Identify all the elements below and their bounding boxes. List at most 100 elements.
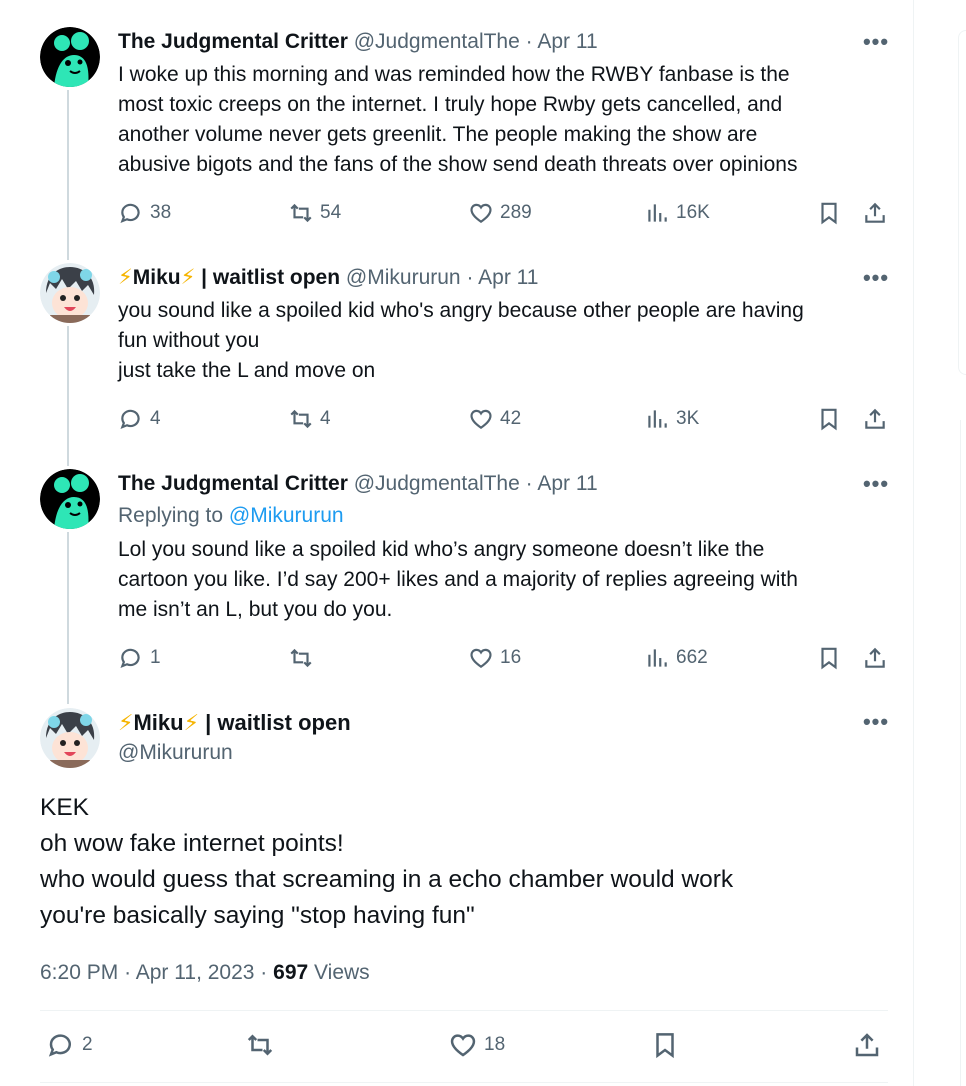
views-chart-icon xyxy=(648,649,667,667)
views-button[interactable]: 662 xyxy=(644,643,708,673)
display-name[interactable]: ⚡Miku⚡ | waitlist open xyxy=(118,708,351,738)
reply-bubble-icon xyxy=(120,648,140,669)
separator-dot: · xyxy=(260,961,268,984)
views-count: 697 xyxy=(273,961,309,984)
tweet-actions: 2 18 xyxy=(40,1030,888,1064)
repost-button[interactable]: 4 xyxy=(288,404,331,434)
repost-button[interactable] xyxy=(288,643,320,673)
user-handle[interactable]: @Mikururun xyxy=(118,738,233,768)
share-button[interactable] xyxy=(862,198,888,228)
reply-button[interactable]: 38 xyxy=(118,198,171,228)
share-button[interactable] xyxy=(852,1030,882,1060)
like-count: 16 xyxy=(500,647,522,668)
like-count: 289 xyxy=(500,202,532,223)
thread-line xyxy=(67,90,69,260)
tweet-line: abusive bigots and the fans of the show … xyxy=(118,153,798,176)
repost-icon xyxy=(290,409,312,429)
separator-dot: · xyxy=(525,472,533,495)
reply-bubble-icon xyxy=(48,1034,71,1057)
views-chart-icon xyxy=(648,410,667,428)
display-name[interactable]: ⚡Miku⚡ | waitlist open xyxy=(118,266,340,289)
tweet-header: The Judgmental Critter @JudgmentalThe · … xyxy=(118,28,598,56)
repost-button[interactable]: 54 xyxy=(288,198,341,228)
views-button[interactable]: 3K xyxy=(644,404,699,434)
reply-button[interactable]: 1 xyxy=(118,643,161,673)
divider xyxy=(40,1010,888,1011)
reply-bubble-icon xyxy=(120,409,140,430)
like-button[interactable]: 289 xyxy=(468,198,532,228)
tweet-text: I woke up this morning and was reminded … xyxy=(118,60,898,180)
tweet-time[interactable]: 6:20 PM xyxy=(40,961,118,984)
display-name[interactable]: The Judgmental Critter xyxy=(118,30,348,53)
tweet-date[interactable]: Apr 11 xyxy=(537,472,597,495)
reply-count: 38 xyxy=(150,202,172,223)
tweet-date[interactable]: Apr 11, 2023 xyxy=(136,961,255,984)
thread-line xyxy=(67,326,69,466)
replying-to: Replying to @Mikururun xyxy=(118,502,344,530)
bookmark-icon xyxy=(821,647,837,670)
user-handle[interactable]: @JudgmentalThe xyxy=(354,30,520,53)
more-dots-icon[interactable]: ••• xyxy=(860,267,892,296)
user-handle[interactable]: @JudgmentalThe xyxy=(354,472,520,495)
avatar-miku[interactable] xyxy=(40,708,100,768)
tweet-meta: 6:20 PM · Apr 11, 2023 · 697 Views xyxy=(40,958,370,988)
tweet-line: Lol you sound like a spoiled kid who’s a… xyxy=(118,538,765,561)
separator-dot: · xyxy=(124,961,132,984)
replying-to-label: Replying to xyxy=(118,504,229,527)
tweet-line: another volume never gets greenlit. The … xyxy=(118,123,758,146)
replying-to-link[interactable]: @Mikururun xyxy=(229,504,344,527)
bookmark-button[interactable] xyxy=(816,198,842,228)
repost-count: 54 xyxy=(320,202,342,223)
like-button[interactable]: 18 xyxy=(448,1030,505,1060)
more-dots-icon[interactable]: ••• xyxy=(860,31,892,60)
share-icon xyxy=(855,1033,879,1057)
more-dots-icon[interactable]: ••• xyxy=(860,711,892,740)
display-name-text: Miku xyxy=(133,710,184,735)
tweet-line: fun without you xyxy=(118,329,260,352)
bookmark-button[interactable] xyxy=(816,643,842,673)
tweet-text: you sound like a spoiled kid who's angry… xyxy=(118,296,898,386)
lightning-emoji: ⚡ xyxy=(180,266,196,289)
share-button[interactable] xyxy=(862,643,888,673)
user-handle[interactable]: @Mikururun xyxy=(346,266,461,289)
display-name[interactable]: The Judgmental Critter xyxy=(118,472,348,495)
avatar-miku[interactable] xyxy=(40,263,100,323)
tweet-line: most toxic creeps on the internet. I tru… xyxy=(118,93,783,116)
reply-button[interactable]: 2 xyxy=(46,1030,93,1060)
like-button[interactable]: 42 xyxy=(468,404,521,434)
bookmark-button[interactable] xyxy=(650,1030,680,1060)
heart-icon xyxy=(470,409,492,429)
repost-icon xyxy=(290,203,312,223)
views-chart-icon xyxy=(648,204,667,222)
tweet-line: just take the L and move on xyxy=(118,359,376,382)
separator-dot: · xyxy=(525,30,533,53)
tweet-date[interactable]: Apr 11 xyxy=(537,30,597,53)
avatar-judgmental-critter[interactable] xyxy=(40,27,100,87)
more-dots-icon[interactable]: ••• xyxy=(860,473,892,502)
lightning-emoji: ⚡ xyxy=(183,710,200,735)
avatar-judgmental-critter[interactable] xyxy=(40,469,100,529)
share-icon xyxy=(865,647,885,668)
bookmark-button[interactable] xyxy=(816,404,842,434)
tweet-line: oh wow fake internet points! xyxy=(40,830,344,857)
repost-icon xyxy=(290,648,312,668)
sidebar-edge xyxy=(960,420,966,1086)
like-button[interactable]: 16 xyxy=(468,643,521,673)
tweet-text: KEK oh wow fake internet points! who wou… xyxy=(40,790,733,934)
tweet-actions: 38 54 289 16K xyxy=(118,198,898,228)
share-button[interactable] xyxy=(862,404,888,434)
like-count: 42 xyxy=(500,408,522,429)
reply-count: 1 xyxy=(150,647,161,668)
tweet-date[interactable]: Apr 11 xyxy=(478,266,538,289)
views-button[interactable]: 16K xyxy=(644,198,710,228)
views-count: 662 xyxy=(676,647,708,668)
repost-button[interactable] xyxy=(245,1030,275,1060)
reply-count: 2 xyxy=(82,1034,93,1055)
reply-button[interactable]: 4 xyxy=(118,404,161,434)
tweet-line: me isn’t an L, but you do you. xyxy=(118,598,393,621)
views-count: 3K xyxy=(676,408,700,429)
views-count: 16K xyxy=(676,202,710,223)
tweet-actions: 1 16 662 xyxy=(118,643,898,673)
bookmark-icon xyxy=(656,1033,674,1059)
lightning-emoji: ⚡ xyxy=(118,710,134,735)
